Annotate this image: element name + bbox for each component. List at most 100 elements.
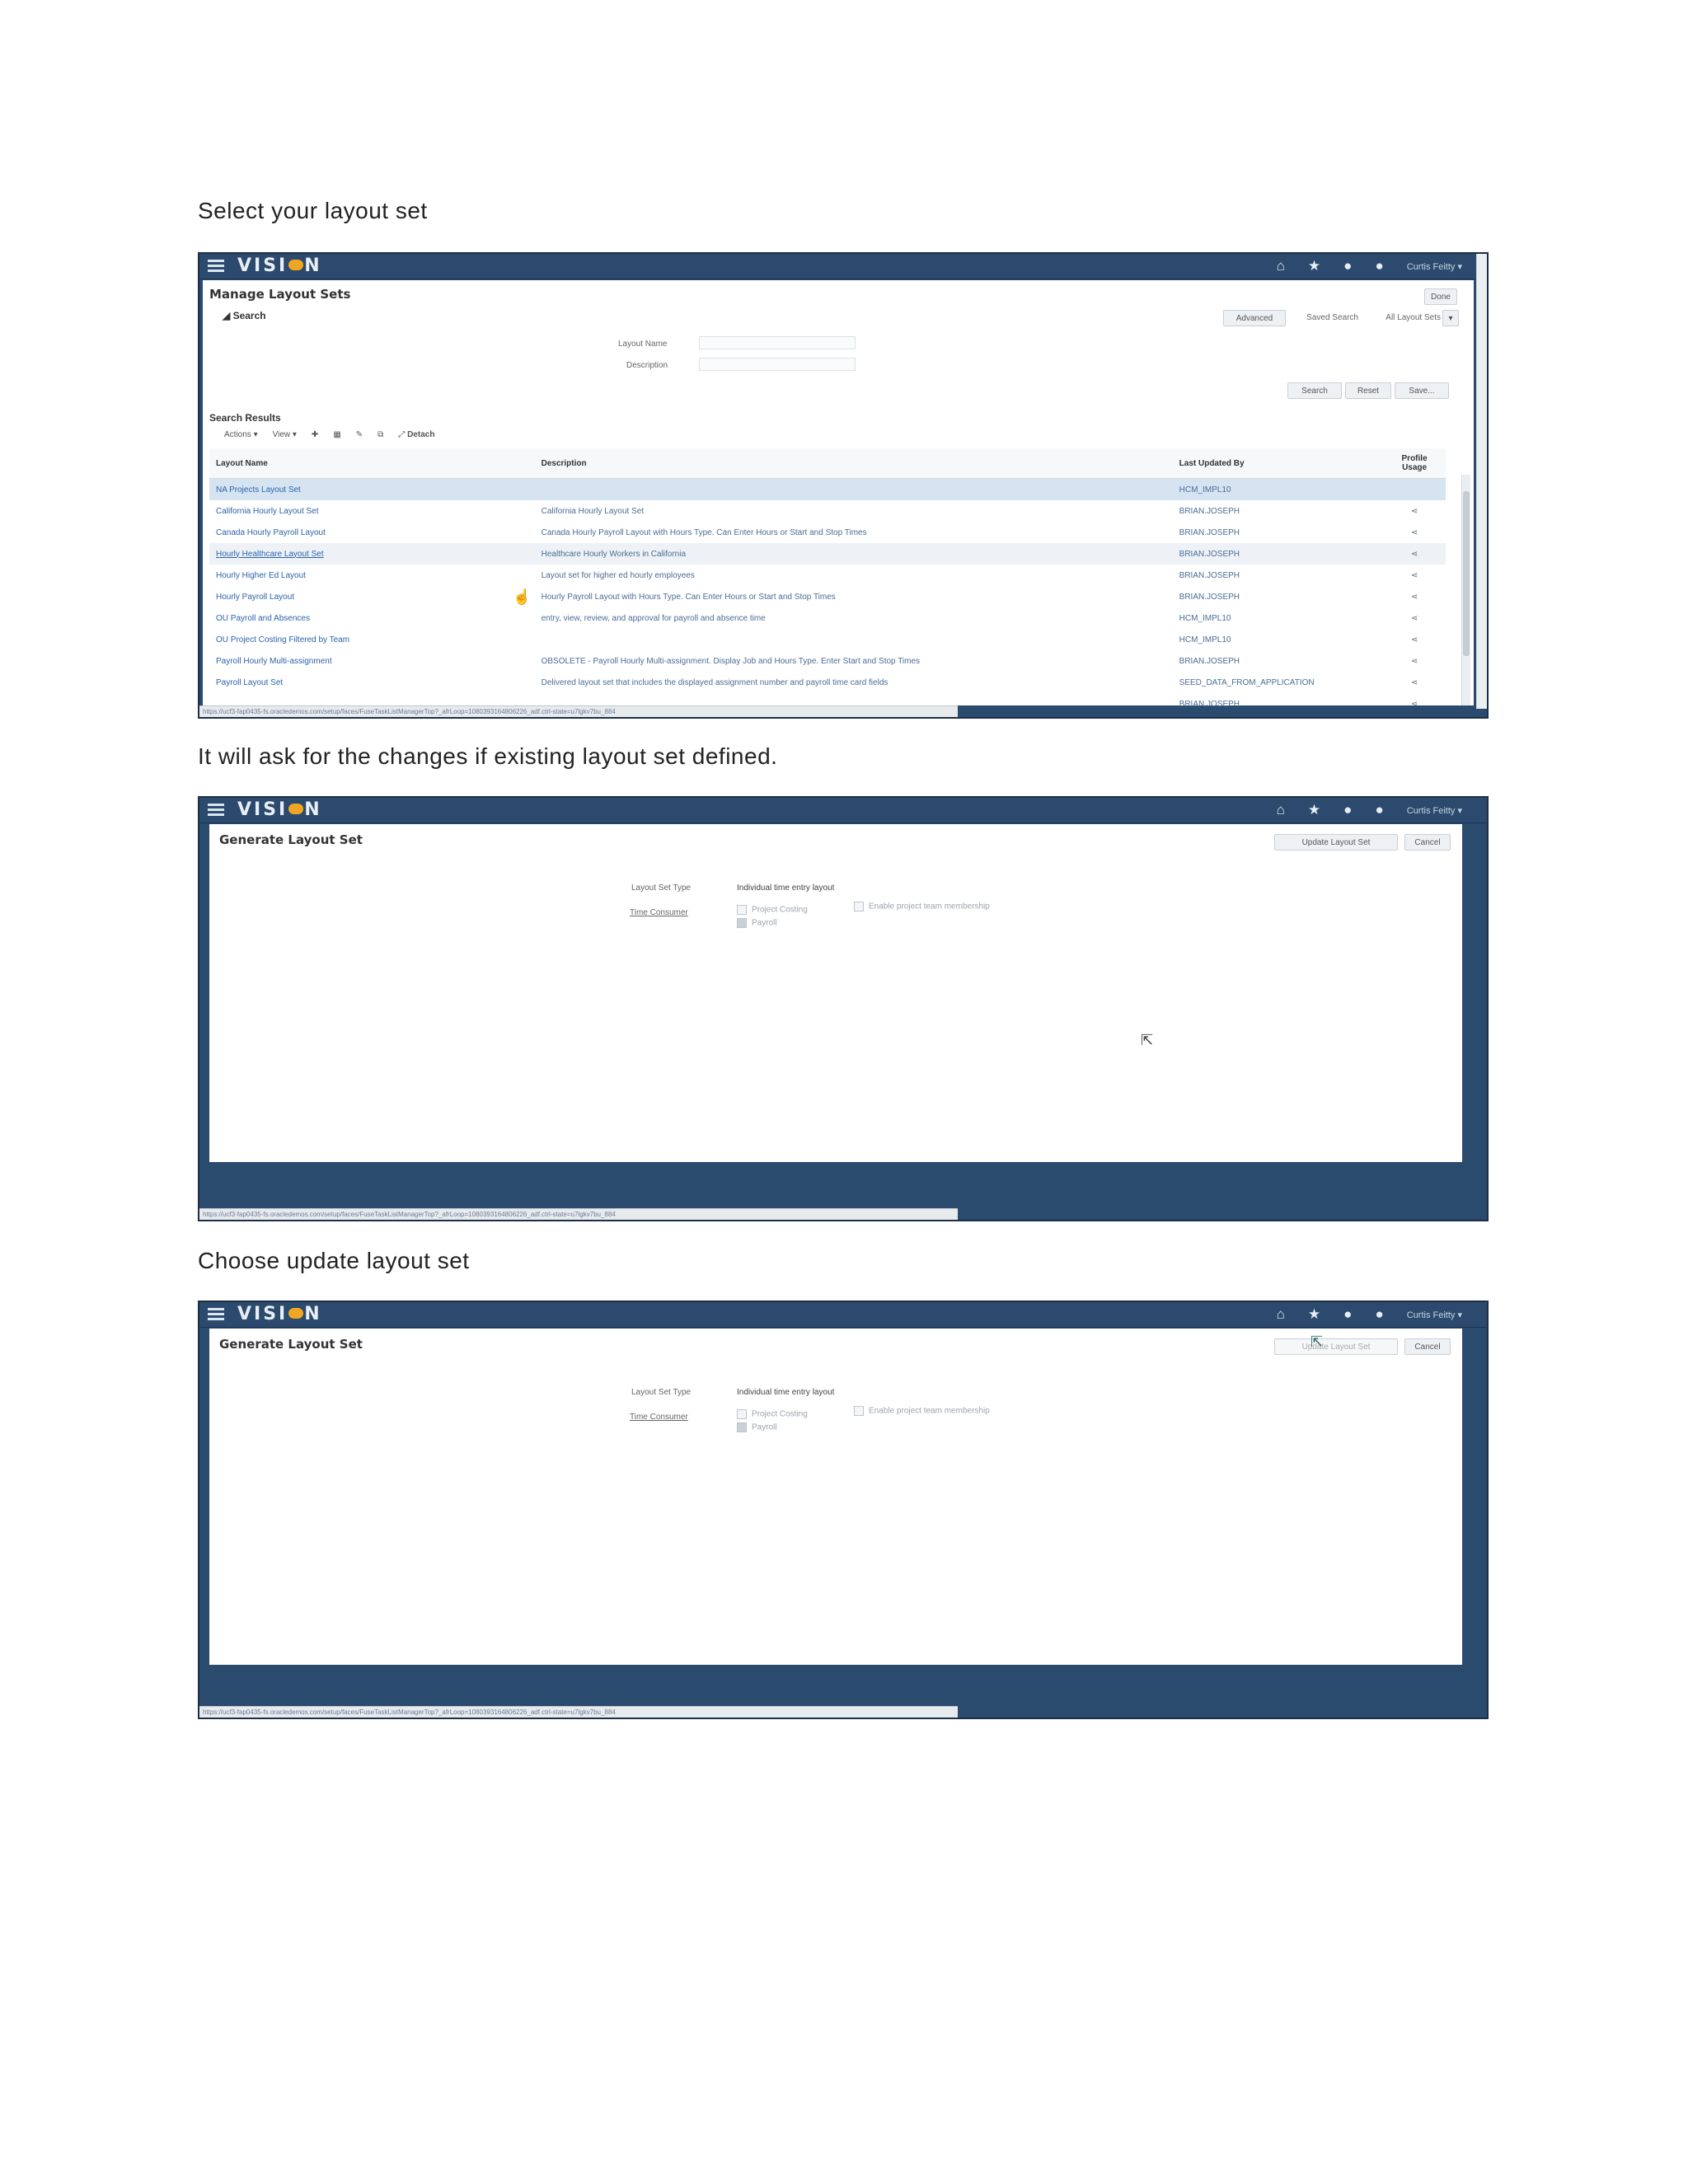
status-url: https://ucf3-fap0435-fs.oracledemos.com/… <box>199 1706 958 1718</box>
vision-logo: VISI N <box>237 255 322 276</box>
col-description[interactable]: Description <box>534 448 1173 479</box>
table-row[interactable]: NA Projects Layout Set HCM_IMPL10 <box>209 478 1446 500</box>
project-costing-checkbox[interactable]: Project Costing <box>737 905 808 915</box>
payroll-checkbox[interactable]: Payroll <box>737 918 777 928</box>
detach-button[interactable]: ⤢ Detach <box>398 430 434 439</box>
advanced-button[interactable]: Advanced <box>1223 310 1286 326</box>
profile-usage-icon[interactable]: ⋖ <box>1383 693 1446 715</box>
menu-icon[interactable] <box>208 1308 224 1321</box>
table-row[interactable]: OU Project Costing Filtered by Team HCM_I… <box>209 629 1446 650</box>
global-header: VISI N ⌂ ★ ● ● Curtis Feitty ▾ <box>199 798 1487 823</box>
saved-search-dropdown[interactable]: ▾ <box>1442 310 1459 326</box>
star-icon[interactable]: ★ <box>1308 258 1320 274</box>
table-scrollbar[interactable] <box>1461 475 1470 705</box>
scrollbar-thumb[interactable] <box>1463 491 1470 656</box>
table-row[interactable]: Payroll Layout Set Delivered layout set t… <box>209 672 1446 693</box>
status-url: https://ucf3-fap0435-fs.oracledemos.com/… <box>199 1208 958 1220</box>
star-icon[interactable]: ★ <box>1308 1306 1320 1323</box>
actions-menu[interactable]: Actions ▾ <box>224 430 258 439</box>
table-row[interactable]: Hourly Higher Ed Layout Layout set for hi… <box>209 565 1446 586</box>
enable-team-checkbox[interactable]: Enable project team membership <box>854 1406 990 1416</box>
home-icon[interactable]: ⌂ <box>1277 258 1285 274</box>
page-scrollbar[interactable] <box>1476 254 1487 709</box>
layout-name-input[interactable] <box>699 336 856 349</box>
edit-icon[interactable]: ✎ <box>356 430 363 439</box>
save-search-button[interactable]: Save... <box>1395 382 1449 399</box>
notifications-icon[interactable]: ● <box>1343 1306 1352 1323</box>
export-icon[interactable]: ⧉ <box>377 430 383 439</box>
row-updated-by: BRIAN.JOSEPH <box>1179 656 1240 666</box>
profile-usage-icon[interactable]: ⋖ <box>1383 565 1446 586</box>
update-layout-set-button[interactable]: Update Layout Set <box>1274 1338 1398 1355</box>
row-name[interactable]: Payroll Layout Set <box>209 672 535 693</box>
delete-icon[interactable]: ▦ <box>333 430 340 439</box>
col-layout-name[interactable]: Layout Name <box>209 448 535 479</box>
description-label: Description <box>626 361 668 370</box>
row-name[interactable]: Hourly Higher Ed Layout <box>209 565 535 586</box>
project-costing-checkbox[interactable]: Project Costing <box>737 1409 808 1419</box>
help-icon[interactable]: ● <box>1375 802 1383 818</box>
row-updated-by: BRIAN.JOSEPH <box>1179 527 1240 537</box>
row-updated-by: BRIAN.JOSEPH <box>1179 699 1240 709</box>
user-menu[interactable]: Curtis Feitty ▾ <box>1407 1310 1462 1320</box>
cancel-button[interactable]: Cancel <box>1404 1338 1451 1355</box>
vision-logo: VISI N <box>237 799 322 820</box>
profile-usage-icon[interactable] <box>1383 478 1446 500</box>
row-name[interactable]: Payroll Hourly Multi-assignment <box>209 650 535 672</box>
done-button[interactable]: Done <box>1424 288 1457 305</box>
payroll-checkbox[interactable]: Payroll <box>737 1422 777 1432</box>
table-row[interactable]: Canada Hourly Payroll Layout Canada Hourl… <box>209 522 1446 543</box>
profile-usage-icon[interactable]: ⋖ <box>1383 672 1446 693</box>
table-row[interactable]: Payroll Hourly Multi-assignment OBSOLETE … <box>209 650 1446 672</box>
profile-usage-icon[interactable]: ⋖ <box>1383 629 1446 650</box>
page-title: Generate Layout Set <box>219 832 363 847</box>
help-icon[interactable]: ● <box>1375 1306 1383 1323</box>
help-icon[interactable]: ● <box>1375 258 1383 274</box>
view-menu[interactable]: View ▾ <box>273 430 297 439</box>
row-name[interactable]: California Hourly Layout Set <box>209 500 535 522</box>
table-row[interactable]: Hourly Payroll Layout Hourly Payroll Layo… <box>209 586 1446 607</box>
add-icon[interactable]: ✚ <box>312 430 318 439</box>
time-consumer-label: Time Consumer <box>630 908 688 917</box>
profile-usage-icon[interactable]: ⋖ <box>1383 650 1446 672</box>
generate-panel: Generate Layout Set Update Layout Set Ca… <box>209 824 1462 1162</box>
profile-usage-icon[interactable]: ⋖ <box>1383 607 1446 629</box>
enable-team-checkbox[interactable]: Enable project team membership <box>854 902 990 912</box>
page-title: Manage Layout Sets <box>209 287 351 302</box>
profile-usage-icon[interactable]: ⋖ <box>1383 543 1446 565</box>
menu-icon[interactable] <box>208 804 224 817</box>
col-profile-usage[interactable]: Profile Usage <box>1383 448 1446 479</box>
row-name[interactable]: Hourly Healthcare Layout Set <box>209 543 535 565</box>
col-last-updated-by[interactable]: Last Updated By <box>1172 448 1384 479</box>
row-description <box>535 629 1173 650</box>
table-row[interactable]: Hourly Healthcare Layout Set Healthcare H… <box>209 543 1446 565</box>
row-name[interactable]: Canada Hourly Payroll Layout <box>209 522 535 543</box>
home-icon[interactable]: ⌂ <box>1277 802 1285 818</box>
row-updated-by: HCM_IMPL10 <box>1179 635 1231 644</box>
search-button[interactable]: Search <box>1287 382 1342 399</box>
row-name[interactable]: OU Payroll and Absences <box>209 607 535 629</box>
reset-button[interactable]: Reset <box>1345 382 1391 399</box>
caption-select-layout-set: Select your layout set <box>198 198 428 223</box>
notifications-icon[interactable]: ● <box>1343 258 1352 274</box>
star-icon[interactable]: ★ <box>1308 802 1320 818</box>
profile-usage-icon[interactable]: ⋖ <box>1383 586 1446 607</box>
row-name[interactable]: OU Project Costing Filtered by Team <box>209 629 535 650</box>
profile-usage-icon[interactable]: ⋖ <box>1383 522 1446 543</box>
search-section[interactable]: ◢ Search <box>223 310 266 321</box>
header-icons: ⌂ ★ ● ● Curtis Feitty ▾ <box>1277 802 1462 818</box>
home-icon[interactable]: ⌂ <box>1277 1306 1285 1323</box>
description-input[interactable] <box>699 358 856 371</box>
table-row[interactable]: OU Payroll and Absences entry, view, revi… <box>209 607 1446 629</box>
update-layout-set-button[interactable]: Update Layout Set <box>1274 834 1398 851</box>
row-name[interactable]: NA Projects Layout Set <box>209 478 535 500</box>
profile-usage-icon[interactable]: ⋖ <box>1383 500 1446 522</box>
notifications-icon[interactable]: ● <box>1343 802 1352 818</box>
menu-icon[interactable] <box>208 260 224 273</box>
user-menu[interactable]: Curtis Feitty ▾ <box>1407 261 1462 272</box>
user-menu[interactable]: Curtis Feitty ▾ <box>1407 805 1462 816</box>
cancel-button[interactable]: Cancel <box>1404 834 1451 851</box>
table-row[interactable]: California Hourly Layout Set California H… <box>209 500 1446 522</box>
time-consumer-label: Time Consumer <box>630 1413 688 1422</box>
row-name[interactable]: Hourly Payroll Layout <box>209 586 535 607</box>
